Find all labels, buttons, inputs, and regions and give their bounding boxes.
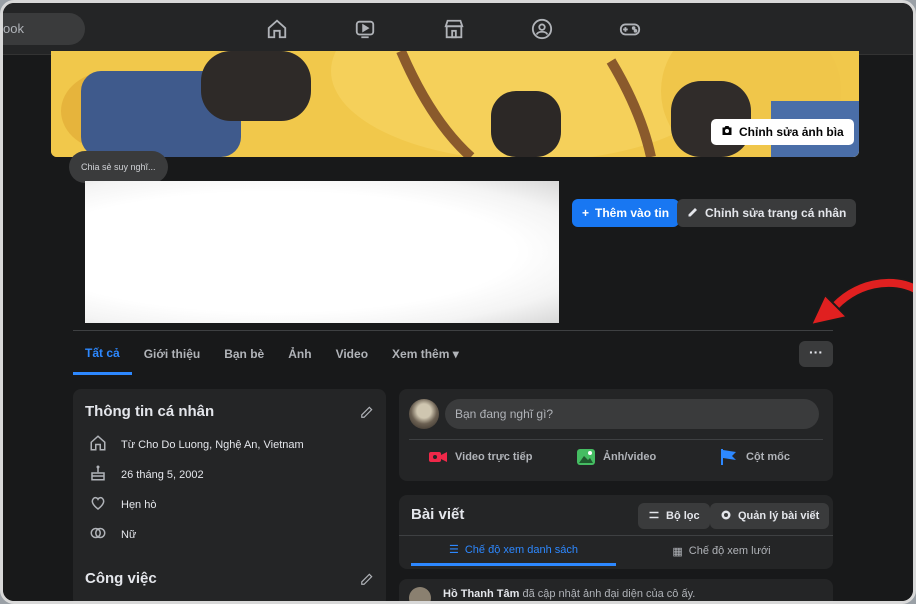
relationship-row: Hẹn hò [89,494,156,515]
top-navigation-bar: ook [3,3,913,55]
groups-icon[interactable] [531,18,553,40]
post-author-name[interactable]: Hồ Thanh Tâm [443,588,519,600]
edit-cover-label: Chỉnh sửa ảnh bìa [739,125,844,139]
hometown-text: Từ Cho Do Luong, Nghệ An, Vietnam [121,438,304,451]
watch-icon[interactable] [354,18,376,40]
add-story-label: Thêm vào tin [595,206,670,220]
edit-intro-pencil-icon[interactable] [360,405,374,419]
search-input[interactable]: ook [3,13,85,45]
manage-posts-button[interactable]: Quản lý bài viết [710,503,830,529]
tab-about[interactable]: Giới thiệu [132,333,213,375]
profile-picture-blurred [85,181,559,323]
filter-button[interactable]: Bộ lọc [638,503,710,529]
gender-row: Nữ [89,524,136,545]
post-author-avatar [409,587,431,601]
photo-video-label: Ảnh/video [603,451,657,463]
live-video-button[interactable]: Video trực tiếp [429,449,532,465]
gaming-icon[interactable] [619,18,641,40]
post-header: Hồ Thanh Tâm đã cập nhật ảnh đại diện củ… [443,588,695,600]
avatar [409,399,439,429]
filter-icon [648,509,660,524]
grid-icon: ▦ [672,545,683,558]
heart-icon [89,494,107,515]
flag-icon [720,449,738,465]
cake-icon [89,464,107,485]
photo-icon [577,449,595,465]
share-thought-bubble[interactable]: Chia sẻ suy nghĩ... [69,151,168,183]
edit-profile-label: Chỉnh sửa trang cá nhân [705,206,847,220]
plus-icon: + [582,206,590,220]
marketplace-icon[interactable] [443,18,465,40]
profile-tabs: Tất cả Giới thiệu Bạn bè Ảnh Video Xem t… [73,333,471,375]
edit-profile-button[interactable]: Chỉnh sửa trang cá nhân [677,199,857,227]
tab-video[interactable]: Video [324,333,380,375]
tab-friends[interactable]: Bạn bè [212,333,276,375]
list-view-tab[interactable]: ☰ Chế độ xem danh sách [411,536,616,566]
composer-card: Bạn đang nghĩ gì? Video trực tiếp Ảnh/vi… [399,389,833,481]
home-icon [89,434,107,455]
browser-frame: ook Chỉnh sửa ảnh bìa Chia sẻ suy nghĩ..… [0,0,916,604]
relationship-text: Hẹn hò [121,498,157,511]
live-video-label: Video trực tiếp [455,451,533,463]
pencil-icon [687,206,699,221]
posts-title: Bài viết [411,506,465,523]
manage-posts-label: Quản lý bài viết [738,510,820,522]
gear-icon [720,509,732,524]
list-view-label: Chế độ xem danh sách [464,543,578,556]
red-arrow-annotation [809,276,913,327]
live-video-icon [429,449,447,465]
post-action-text: đã cập nhật ảnh đại diện của cô ấy. [519,588,696,600]
whats-on-your-mind-input[interactable]: Bạn đang nghĩ gì? [445,399,819,429]
more-options-button[interactable]: ··· [799,341,833,367]
tab-all[interactable]: Tất cả [73,333,132,375]
intro-card: Thông tin cá nhân Từ Cho Do Luong, Nghệ … [73,389,386,601]
add-to-story-button[interactable]: + Thêm vào tin [572,199,680,227]
posts-card: Bài viết Bộ lọc Quản lý bài viết ☰ Chế đ… [399,495,833,569]
photo-video-button[interactable]: Ảnh/video [577,449,656,465]
tabs-divider [73,330,833,331]
work-title: Công việc [85,570,157,587]
life-event-button[interactable]: Cột mốc [720,449,790,465]
birthday-text: 26 tháng 5, 2002 [121,468,204,481]
filter-label: Bộ lọc [666,510,700,522]
home-icon[interactable] [266,18,288,40]
edit-work-pencil-icon[interactable] [360,572,374,586]
grid-view-tab[interactable]: ▦ Chế độ xem lưới [619,536,824,566]
grid-view-label: Chế độ xem lưới [688,545,771,557]
intro-title: Thông tin cá nhân [85,403,215,420]
gender-text: Nữ [121,528,137,541]
tab-photos[interactable]: Ảnh [276,333,323,375]
tab-more[interactable]: Xem thêm ▾ [380,333,471,375]
gender-icon [89,524,107,545]
first-post: Hồ Thanh Tâm đã cập nhật ảnh đại diện củ… [399,579,833,601]
list-icon: ☰ [448,544,459,556]
birthday-row: 26 tháng 5, 2002 [89,464,204,485]
composer-divider [409,439,823,440]
life-event-label: Cột mốc [746,451,790,463]
edit-cover-photo-button[interactable]: Chỉnh sửa ảnh bìa [711,119,854,145]
camera-icon [721,125,733,139]
hometown-row: Từ Cho Do Luong, Nghệ An, Vietnam [89,434,304,455]
